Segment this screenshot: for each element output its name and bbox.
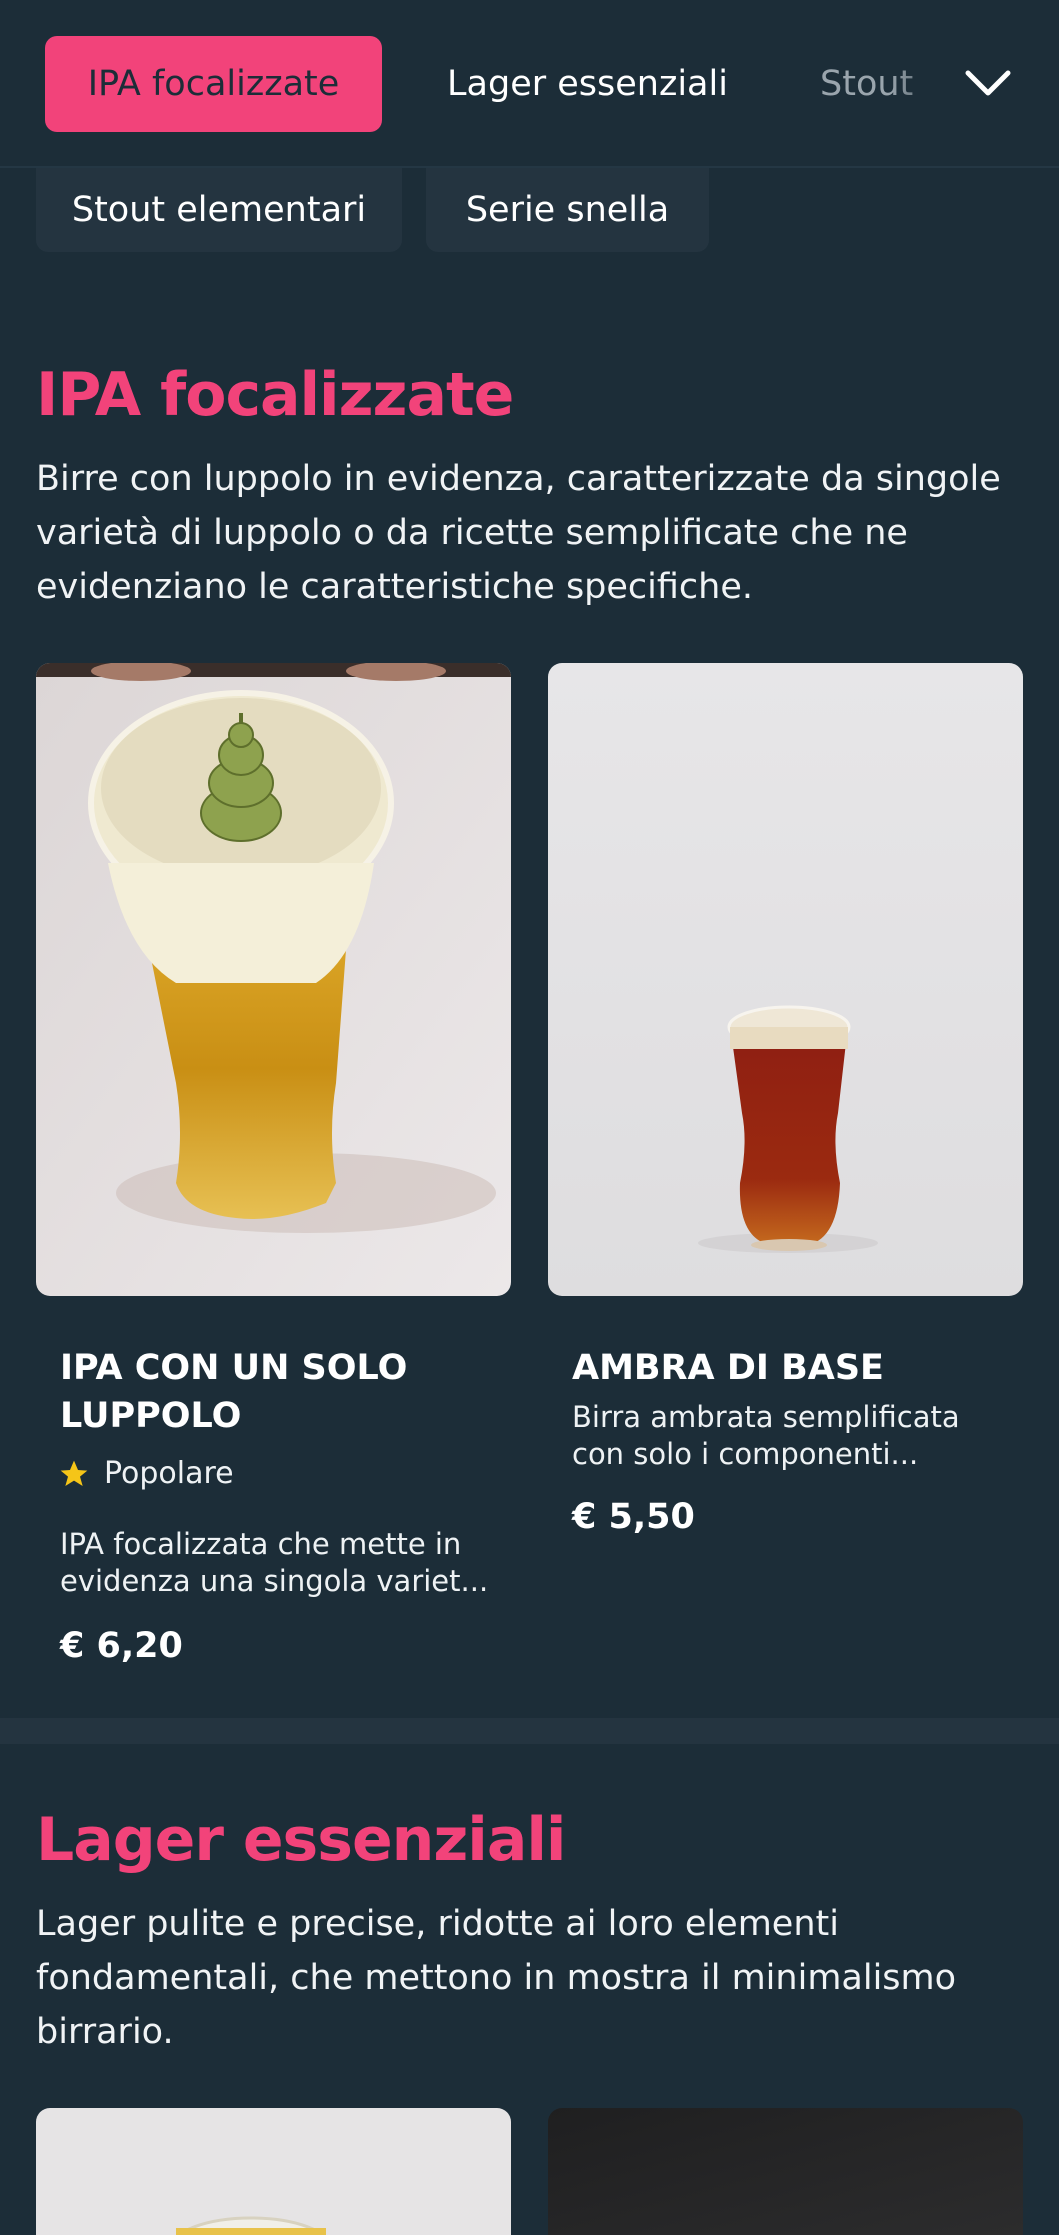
product-image-ipa-un-solo-luppolo[interactable] <box>36 663 511 1296</box>
tab-lager-essenziali[interactable]: Lager essenziali <box>420 36 755 132</box>
product-price: € 6,20 <box>60 1626 183 1666</box>
product-description: Birra ambrata semplificata con solo i co… <box>572 1400 960 1471</box>
product-image-ambra-di-base[interactable] <box>548 663 1023 1296</box>
section-divider <box>0 1718 1059 1744</box>
product-name[interactable]: AMBRA DI BASE <box>572 1344 992 1392</box>
tab-ipa-focalizzate[interactable]: IPA focalizzate <box>45 36 382 132</box>
popular-badge: Popolare <box>58 1456 234 1491</box>
chip-stout-elementari[interactable]: Stout elementari <box>36 168 402 252</box>
chip-serie-snella[interactable]: Serie snella <box>426 168 709 252</box>
product-image[interactable] <box>36 2108 511 2235</box>
section-description: Birre con luppolo in evidenza, caratteri… <box>36 459 1001 607</box>
section-description: Lager pulite e precise, ridotte ai loro … <box>36 1904 957 2052</box>
category-chips: Stout elementari Serie snella <box>0 168 1059 252</box>
section-title: IPA focalizzate <box>36 360 514 430</box>
product-name[interactable]: IPA CON UN SOLO LUPPOLO <box>60 1344 480 1440</box>
badge-label: Popolare <box>104 1456 234 1491</box>
chevron-down-icon[interactable] <box>962 58 1014 110</box>
product-image[interactable] <box>548 2108 1023 2235</box>
section-title: Lager essenziali <box>36 1805 566 1875</box>
star-icon <box>60 1460 88 1486</box>
product-price: € 5,50 <box>572 1497 695 1537</box>
product-description: IPA focalizzata che mette in evidenza un… <box>60 1527 489 1598</box>
category-tab-bar: IPA focalizzate Lager essenziali Stout <box>0 0 1059 168</box>
